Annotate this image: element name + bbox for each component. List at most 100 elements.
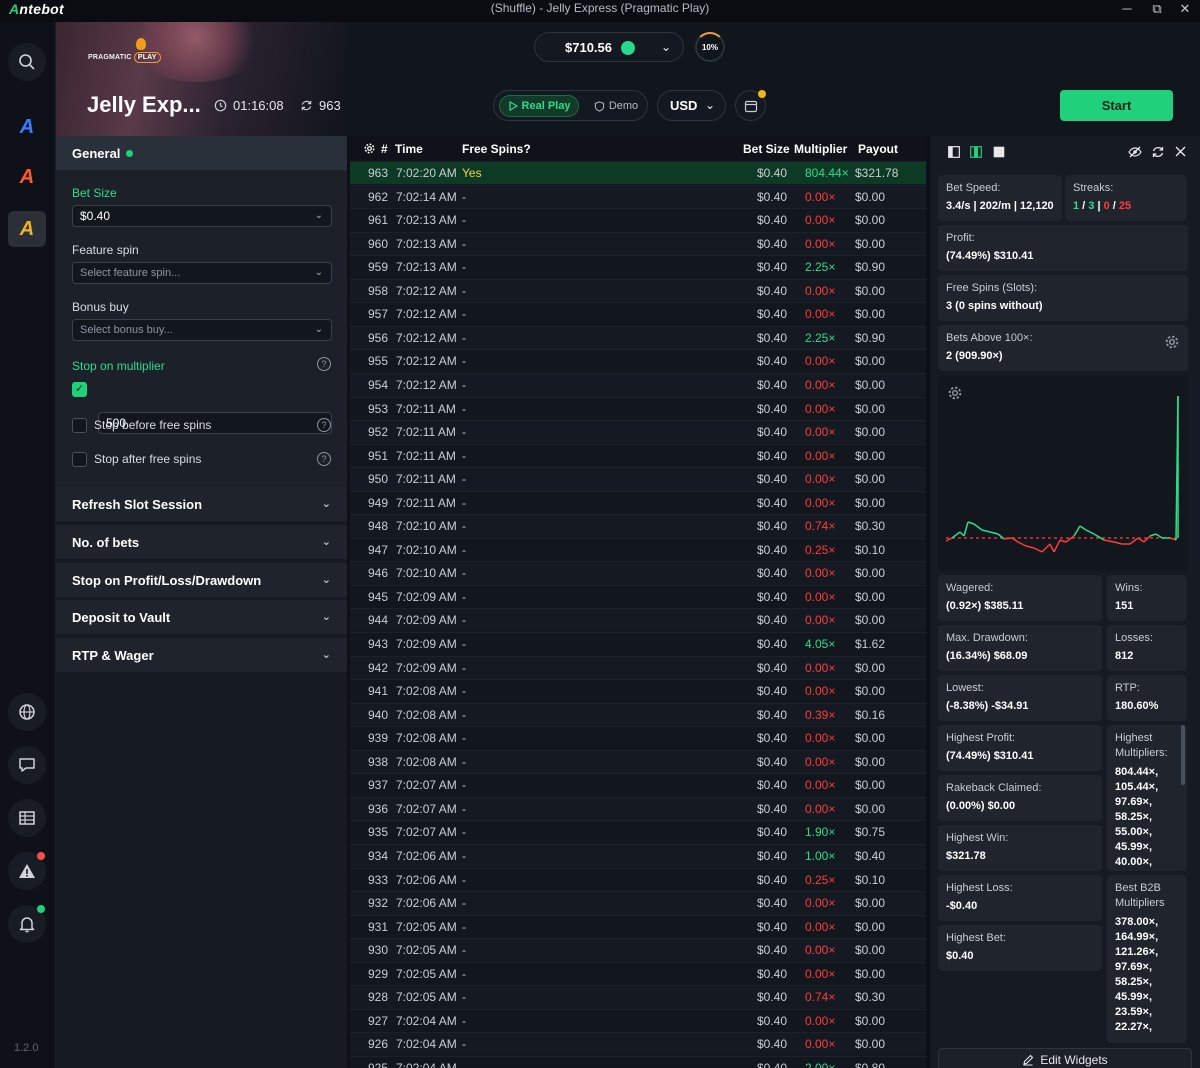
table-row[interactable]: 928 7:02:05 AM - $0.40 0.74× $0.30 bbox=[350, 985, 926, 1009]
table-row[interactable]: 945 7:02:09 AM - $0.40 0.00× $0.00 bbox=[350, 584, 926, 608]
streaks-widget: Streaks: 1 / 3 | 0 / 25 bbox=[1065, 175, 1187, 221]
table-row[interactable]: 930 7:02:05 AM - $0.40 0.00× $0.00 bbox=[350, 938, 926, 962]
table-row[interactable]: 952 7:02:11 AM - $0.40 0.00× $0.00 bbox=[350, 420, 926, 444]
bonus-buy-select[interactable]: Select bonus buy... ⌄ bbox=[72, 319, 332, 341]
help-icon[interactable]: ? bbox=[317, 357, 331, 371]
help-icon[interactable]: ? bbox=[317, 452, 331, 466]
table-row[interactable]: 941 7:02:08 AM - $0.40 0.00× $0.00 bbox=[350, 679, 926, 702]
gear-icon[interactable] bbox=[364, 143, 375, 154]
cell-time: 7:02:13 AM bbox=[396, 260, 457, 275]
table-row[interactable]: 948 7:02:10 AM - $0.40 0.74× $0.30 bbox=[350, 514, 926, 538]
column-payout[interactable]: Payout bbox=[858, 142, 898, 156]
table-row[interactable]: 944 7:02:09 AM - $0.40 0.00× $0.00 bbox=[350, 608, 926, 632]
cell-free-spins: Yes bbox=[462, 166, 482, 180]
cell-free-spins: - bbox=[462, 213, 466, 228]
table-row[interactable]: 953 7:02:11 AM - $0.40 0.00× $0.00 bbox=[350, 396, 926, 420]
table-row[interactable]: 962 7:02:14 AM - $0.40 0.00× $0.00 bbox=[350, 184, 926, 208]
accordion-deposit-vault[interactable]: Deposit to Vault ⌄ bbox=[56, 600, 347, 634]
currency-select[interactable]: USD ⌄ bbox=[657, 90, 726, 121]
table-row[interactable]: 926 7:02:04 AM - $0.40 0.00× $0.00 bbox=[350, 1032, 926, 1056]
gear-icon[interactable] bbox=[1165, 335, 1179, 349]
table-row[interactable]: 960 7:02:13 AM - $0.40 0.00× $0.00 bbox=[350, 231, 926, 255]
cell-bet-size: $0.40 bbox=[757, 778, 788, 793]
cell-multiplier: 0.00× bbox=[805, 613, 836, 628]
table-row[interactable]: 937 7:02:07 AM - $0.40 0.00× $0.00 bbox=[350, 773, 926, 796]
table-row[interactable]: 940 7:02:08 AM - $0.40 0.39× $0.16 bbox=[350, 702, 926, 726]
close-window-button[interactable]: ✕ bbox=[1172, 0, 1198, 20]
column-free-spins[interactable]: Free Spins? bbox=[462, 142, 531, 156]
table-row[interactable]: 935 7:02:07 AM - $0.40 1.90× $0.75 bbox=[350, 820, 926, 843]
balance-selector[interactable]: $710.56 ⌄ bbox=[534, 32, 684, 62]
table-row[interactable]: 938 7:02:08 AM - $0.40 0.00× $0.00 bbox=[350, 749, 926, 773]
table-row[interactable]: 958 7:02:12 AM - $0.40 0.00× $0.00 bbox=[350, 278, 926, 302]
table-row[interactable]: 925 7:02:04 AM - $0.40 2.00× $0.80 bbox=[350, 1055, 926, 1068]
stop-after-checkbox[interactable] bbox=[72, 452, 87, 467]
table-row[interactable]: 949 7:02:11 AM - $0.40 0.00× $0.00 bbox=[350, 490, 926, 514]
column-id[interactable]: # bbox=[381, 142, 388, 156]
feature-spin-select[interactable]: Select feature spin... ⌄ bbox=[72, 262, 332, 284]
cell-free-spins: - bbox=[462, 1060, 466, 1068]
strategy-yellow-button[interactable]: A bbox=[8, 211, 46, 247]
accordion-rtp-wager[interactable]: RTP & Wager ⌄ bbox=[56, 638, 347, 672]
table-row[interactable]: 934 7:02:06 AM - $0.40 1.00× $0.40 bbox=[350, 843, 926, 867]
table-row[interactable]: 929 7:02:05 AM - $0.40 0.00× $0.00 bbox=[350, 961, 926, 985]
scrollbar[interactable] bbox=[1181, 725, 1185, 785]
layout-full-icon[interactable] bbox=[993, 146, 1005, 158]
table-row[interactable]: 939 7:02:08 AM - $0.40 0.00× $0.00 bbox=[350, 726, 926, 749]
table-row[interactable]: 931 7:02:05 AM - $0.40 0.00× $0.00 bbox=[350, 914, 926, 938]
general-section-header[interactable]: General bbox=[56, 136, 347, 170]
table-row[interactable]: 957 7:02:12 AM - $0.40 0.00× $0.00 bbox=[350, 302, 926, 325]
search-button[interactable] bbox=[8, 43, 46, 81]
stop-multiplier-checkbox[interactable]: ✓ bbox=[72, 382, 87, 397]
maximize-button[interactable]: ⧉ bbox=[1144, 0, 1170, 20]
table-row[interactable]: 963 7:02:20 AM Yes $0.40 804.44× $321.78 bbox=[350, 161, 926, 184]
table-row[interactable]: 956 7:02:12 AM - $0.40 2.25× $0.90 bbox=[350, 325, 926, 349]
column-time[interactable]: Time bbox=[395, 142, 423, 156]
refresh-icon[interactable] bbox=[1151, 145, 1165, 159]
hide-icon[interactable] bbox=[1128, 145, 1142, 159]
rakeback-widget: Rakeback Claimed: (0.00%) $0.00 bbox=[938, 775, 1102, 821]
close-icon[interactable] bbox=[1174, 145, 1187, 158]
table-row[interactable]: 955 7:02:12 AM - $0.40 0.00× $0.00 bbox=[350, 349, 926, 372]
list-item: 58.25×, bbox=[1115, 976, 1153, 988]
table-row[interactable]: 946 7:02:10 AM - $0.40 0.00× $0.00 bbox=[350, 561, 926, 585]
table-row[interactable]: 932 7:02:06 AM - $0.40 0.00× $0.00 bbox=[350, 891, 926, 915]
cell-id: 957 bbox=[368, 307, 389, 322]
cell-bet-size: $0.40 bbox=[757, 377, 788, 392]
stop-before-checkbox[interactable] bbox=[72, 418, 87, 433]
accordion-refresh-slot-session[interactable]: Refresh Slot Session ⌄ bbox=[56, 487, 347, 521]
strategy-blue-button[interactable]: A bbox=[8, 109, 46, 145]
help-icon[interactable]: ? bbox=[317, 418, 331, 432]
table-view-button[interactable] bbox=[8, 799, 46, 837]
table-row[interactable]: 947 7:02:10 AM - $0.40 0.25× $0.10 bbox=[350, 537, 926, 561]
layout-split-icon[interactable] bbox=[970, 146, 982, 158]
table-row[interactable]: 954 7:02:12 AM - $0.40 0.00× $0.00 bbox=[350, 372, 926, 396]
column-multiplier[interactable]: Multiplier bbox=[794, 142, 847, 156]
table-row[interactable]: 927 7:02:04 AM - $0.40 0.00× $0.00 bbox=[350, 1008, 926, 1032]
table-row[interactable]: 950 7:02:11 AM - $0.40 0.00× $0.00 bbox=[350, 467, 926, 491]
globe-button[interactable] bbox=[8, 693, 46, 731]
table-row[interactable]: 933 7:02:06 AM - $0.40 0.25× $0.10 bbox=[350, 867, 926, 891]
table-row[interactable]: 959 7:02:13 AM - $0.40 2.25× $0.90 bbox=[350, 255, 926, 278]
table-row[interactable]: 951 7:02:11 AM - $0.40 0.00× $0.00 bbox=[350, 443, 926, 467]
minimize-button[interactable]: ─ bbox=[1114, 0, 1140, 20]
table-row[interactable]: 936 7:02:07 AM - $0.40 0.00× $0.00 bbox=[350, 796, 926, 820]
start-button[interactable]: Start bbox=[1060, 90, 1173, 121]
accordion-no-of-bets[interactable]: No. of bets ⌄ bbox=[56, 525, 347, 559]
column-bet-size[interactable]: Bet Size bbox=[743, 142, 790, 156]
cell-multiplier: 0.00× bbox=[805, 307, 836, 322]
cell-payout: $0.40 bbox=[855, 848, 886, 863]
edit-widgets-button[interactable]: Edit Widgets bbox=[938, 1048, 1192, 1068]
chat-button[interactable] bbox=[8, 746, 46, 784]
real-play-button[interactable]: Real Play bbox=[499, 95, 579, 117]
table-row[interactable]: 942 7:02:09 AM - $0.40 0.00× $0.00 bbox=[350, 655, 926, 679]
bet-size-select[interactable]: $0.40 ⌄ bbox=[72, 205, 332, 227]
strategy-orange-button[interactable]: A bbox=[8, 159, 46, 195]
table-row[interactable]: 961 7:02:13 AM - $0.40 0.00× $0.00 bbox=[350, 208, 926, 231]
demo-button[interactable]: Demo bbox=[586, 95, 646, 117]
layout-left-icon[interactable] bbox=[948, 146, 960, 158]
table-row[interactable]: 943 7:02:09 AM - $0.40 4.05× $1.62 bbox=[350, 632, 926, 655]
accordion-stop-profit-loss[interactable]: Stop on Profit/Loss/Drawdown ⌄ bbox=[56, 563, 347, 597]
provider-flame-icon bbox=[136, 38, 146, 50]
cell-free-spins: - bbox=[462, 731, 466, 746]
